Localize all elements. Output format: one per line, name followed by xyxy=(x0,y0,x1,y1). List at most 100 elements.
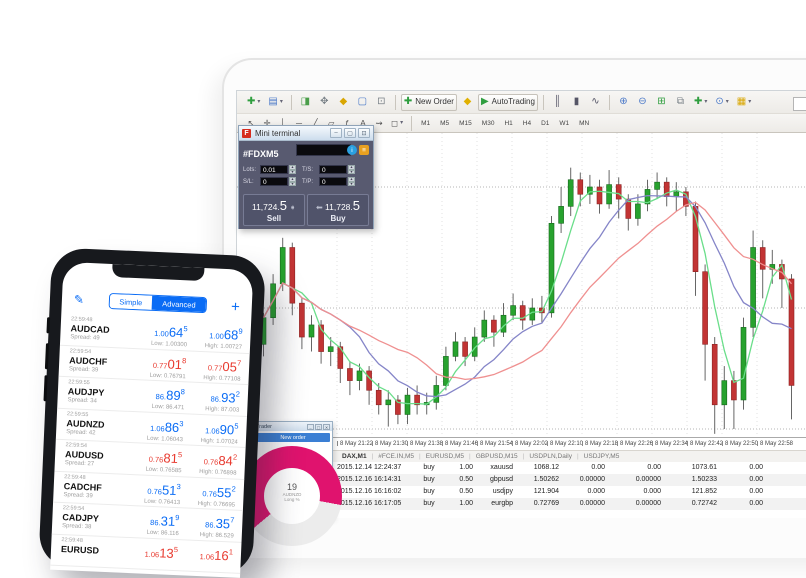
timeframe-h4[interactable]: H4 xyxy=(519,117,535,130)
expert-advisors-icon: ◆ xyxy=(464,97,472,107)
chart-tab-usdjpy-m5[interactable]: USDJPY,M5 xyxy=(579,453,625,460)
tab-simple[interactable]: Simple xyxy=(109,294,153,310)
time-axis-label: 8 May 21:30 xyxy=(372,441,408,447)
cell: 1.00 xyxy=(441,462,473,474)
tab-advanced[interactable]: Advanced xyxy=(152,296,206,312)
time-axis-label: 8 May 21:22 xyxy=(337,441,373,447)
shapes-tool[interactable]: ◻▾ xyxy=(388,116,406,130)
cell: usdjpy xyxy=(473,486,513,498)
maximize-button[interactable]: ▢ xyxy=(315,424,322,430)
objects-button[interactable]: ◆ xyxy=(335,94,352,111)
timeframe-w1[interactable]: W1 xyxy=(555,117,573,130)
indicators-button[interactable]: ✚▾ xyxy=(691,94,710,111)
cell: buy xyxy=(417,498,441,510)
ask-price: 0.76842 xyxy=(182,450,238,470)
trader-panel-window[interactable]: Trader –▢✕ New order 19 AUDNZD Long % xyxy=(253,421,333,519)
chart-tab--fce-in-m5[interactable]: #FCE.IN,M5 xyxy=(373,453,419,460)
settings-icon[interactable]: ≡ xyxy=(359,145,369,155)
zoom-in-button[interactable]: ⊕ xyxy=(615,94,632,111)
cascade-windows-button[interactable]: ⧉ xyxy=(672,94,689,111)
arrows-tool[interactable]: ⇝ xyxy=(372,116,386,130)
timeframe-m30[interactable]: M30 xyxy=(478,117,499,130)
chart-shift-icon: ◨ xyxy=(301,97,310,107)
bar-chart-button[interactable]: ║ xyxy=(549,94,566,111)
bid-price: 1.06863 xyxy=(128,416,184,436)
new-order-icon: ✚ xyxy=(404,97,412,107)
profiles-button[interactable]: ▤▾ xyxy=(265,94,285,111)
tile-windows-button[interactable]: ⊞ xyxy=(653,94,670,111)
cell: buy xyxy=(417,462,441,474)
timeframe-d1[interactable]: D1 xyxy=(537,117,553,130)
toolbar-row-main: ✚▾▤▾◨✥◆▢⊡✚New Order◆▶AutoTrading║▮∿⊕⊖⊞⧉✚… xyxy=(237,91,806,114)
chart-tab-usdpln-daily[interactable]: USDPLN,Daily xyxy=(524,453,577,460)
mini-terminal-title: Mini terminal xyxy=(255,129,328,138)
chevron-down-icon: ▾ xyxy=(400,120,403,126)
add-symbol-icon[interactable]: + xyxy=(231,298,240,315)
cell: 0.000 xyxy=(559,486,605,498)
chart-tab-gbpusd-m15[interactable]: GBPUSD,M15 xyxy=(471,453,523,460)
ask-price: 86.932 xyxy=(184,387,240,407)
sell-label: Sell xyxy=(244,214,304,223)
cell: 2015.12.16 16:17:05 xyxy=(337,498,417,510)
info-icon[interactable]: i xyxy=(347,145,357,155)
auto-scroll-button[interactable]: ✥ xyxy=(316,94,333,111)
arrows-icon: ⇝ xyxy=(375,119,382,128)
ts-input[interactable]: 0 xyxy=(319,165,347,174)
expert-advisors-button[interactable]: ◆ xyxy=(459,94,476,111)
stepper[interactable]: ▲▼ xyxy=(348,177,355,186)
periods-button[interactable]: ⊙▾ xyxy=(712,94,731,111)
minimize-button[interactable]: – xyxy=(330,128,342,138)
sell-button[interactable]: 11,724.5 ➧ Sell xyxy=(243,194,305,226)
templates-button[interactable]: ▦▾ xyxy=(734,94,754,111)
strategy-tester-button[interactable]: ⊡ xyxy=(373,94,390,111)
sl-input[interactable]: 0 xyxy=(260,177,288,186)
trader-panel-titlebar[interactable]: Trader –▢✕ xyxy=(254,422,332,431)
autotrading-button[interactable]: ▶AutoTrading xyxy=(478,94,538,111)
timeframe-h1[interactable]: H1 xyxy=(500,117,516,130)
maximize-button[interactable]: ⊡ xyxy=(358,128,370,138)
autotrading-icon: ▶ xyxy=(481,97,489,107)
quote-spread: Spread: 27 xyxy=(65,460,127,469)
close-button[interactable]: ✕ xyxy=(323,424,330,430)
toolbar-separator xyxy=(543,95,544,110)
zoom-out-button[interactable]: ⊖ xyxy=(634,94,651,111)
zoom-in-icon: ⊕ xyxy=(619,97,627,107)
minimize-button[interactable]: – xyxy=(307,424,314,430)
candlestick-button[interactable]: ▮ xyxy=(568,94,585,111)
edit-pencil-icon[interactable]: ✎ xyxy=(74,292,85,306)
mini-terminal-app-icon: F xyxy=(242,129,251,138)
desktop-screen: ✚▾▤▾◨✥◆▢⊡✚New Order◆▶AutoTrading║▮∿⊕⊖⊞⧉✚… xyxy=(236,90,806,518)
new-order-panel-button[interactable]: New order xyxy=(256,433,330,442)
chart-tab-eurusd-m5[interactable]: EURUSD,M5 xyxy=(421,453,469,460)
data-window-button[interactable]: ▢ xyxy=(354,94,371,111)
new-order-button[interactable]: ✚New Order xyxy=(401,94,457,111)
stepper[interactable]: ▲▼ xyxy=(289,177,296,186)
quote-symbol: EURUSD xyxy=(61,544,123,557)
toolbar-separator xyxy=(395,95,396,110)
mini-terminal-window-buttons: –▢⊡ xyxy=(328,128,370,138)
time-axis-label: 8 May 22:58 xyxy=(757,441,793,447)
timeframe-m5[interactable]: M5 xyxy=(436,117,453,130)
restore-button[interactable]: ▢ xyxy=(344,128,356,138)
chart-shift-button[interactable]: ◨ xyxy=(297,94,314,111)
cell: 121.852 xyxy=(661,486,717,498)
trader-window-buttons: –▢✕ xyxy=(306,424,330,430)
line-chart-button[interactable]: ∿ xyxy=(587,94,604,111)
chart-tab-dax-m1[interactable]: DAX,M1 xyxy=(337,453,372,460)
clipped-search-box[interactable] xyxy=(793,97,806,111)
timeframe-mn[interactable]: MN xyxy=(575,117,593,130)
periods-icon: ⊙ xyxy=(715,97,723,107)
timeframe-m15[interactable]: M15 xyxy=(455,117,476,130)
new-chart-button[interactable]: ✚▾ xyxy=(244,94,263,111)
strategy-tester-icon: ⊡ xyxy=(377,97,385,107)
mini-terminal-window[interactable]: F Mini terminal –▢⊡ #FDXM5 i ≡ Lots:0.01… xyxy=(238,125,374,229)
mini-terminal-titlebar[interactable]: F Mini terminal –▢⊡ xyxy=(239,126,373,141)
lots-input[interactable]: 0.01 xyxy=(260,165,288,174)
timeframe-m1[interactable]: M1 xyxy=(417,117,434,130)
stepper[interactable]: ▲▼ xyxy=(348,165,355,174)
new-chart-icon: ✚ xyxy=(247,97,255,107)
quote-spread: Spread: 38 xyxy=(62,523,124,532)
stepper[interactable]: ▲▼ xyxy=(289,165,296,174)
tp-input[interactable]: 0 xyxy=(319,177,347,186)
buy-button[interactable]: ⬅ 11,728.5 Buy xyxy=(307,194,369,226)
